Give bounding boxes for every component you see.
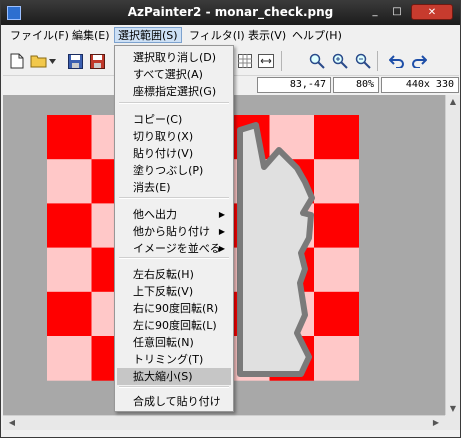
zoom-icon[interactable]	[307, 51, 327, 71]
menu-item-flip-vertical[interactable]: 上下反転(V)	[117, 283, 231, 300]
menu-view[interactable]: 表示(V)	[245, 28, 289, 44]
checker-cell	[314, 291, 359, 337]
menu-item-composite-paste[interactable]: 合成して貼り付け	[117, 393, 231, 410]
menu-item-label: 貼り付け(V)	[133, 147, 194, 160]
undo-icon[interactable]	[387, 51, 407, 71]
menu-item-label: イメージを並べる	[133, 242, 221, 255]
menu-item-erase[interactable]: 消去(E)	[117, 179, 231, 196]
menu-separator	[119, 386, 229, 388]
menu-filter[interactable]: フィルタ(I)	[186, 28, 248, 44]
menu-item-select-all[interactable]: すべて選択(A)	[117, 66, 231, 83]
scroll-left-icon[interactable]: ◀	[5, 418, 19, 427]
menu-item-paste-from[interactable]: 他から貼り付け ▶	[117, 223, 231, 240]
submenu-arrow-icon: ▶	[218, 210, 225, 219]
menu-item-label: 消去(E)	[133, 181, 171, 194]
minimize-button[interactable]: _	[365, 4, 385, 20]
title-bar[interactable]: AzPainter2 - monar_check.png _ □ ✕	[1, 1, 460, 25]
toolbar-separator	[377, 51, 378, 71]
menu-item-label: 合成して貼り付け	[133, 395, 221, 408]
menu-item-rotate-right-90[interactable]: 右に90度回転(R)	[117, 300, 231, 317]
menu-item-flip-horizontal[interactable]: 左右反転(H)	[117, 266, 231, 283]
menu-selection[interactable]: 選択範囲(S)	[114, 27, 182, 43]
checker-cell	[314, 159, 359, 204]
menu-item-coordinate-select[interactable]: 座標指定選択(G)	[117, 83, 231, 100]
menu-separator	[119, 197, 229, 199]
menu-item-rotate-arbitrary[interactable]: 任意回転(N)	[117, 334, 231, 351]
menu-item-label: 他へ出力	[133, 208, 177, 221]
selection-menu-dropdown: 選択取り消し(D) すべて選択(A) 座標指定選択(G) コピー(C) 切り取り(X) 貼…	[114, 45, 234, 412]
menu-item-label: 選択取り消し(D)	[133, 51, 217, 64]
menu-item-label: 拡大縮小(S)	[133, 370, 193, 383]
menu-bar: ファイル(F) 編集(E) 選択範囲(S) フィルタ(I) 表示(V) ヘルプ(…	[3, 26, 459, 46]
menu-item-label: 切り取り(X)	[133, 130, 194, 143]
save-as-icon[interactable]	[87, 51, 107, 71]
zoom-in-icon[interactable]	[330, 51, 350, 71]
checker-cell	[47, 336, 92, 381]
new-file-icon[interactable]	[7, 51, 27, 71]
zoom-out-icon[interactable]	[353, 51, 373, 71]
vertical-scrollbar[interactable]: ▲ ▼	[445, 95, 460, 415]
scroll-up-icon[interactable]: ▲	[446, 97, 460, 106]
menu-item-deselect[interactable]: 選択取り消し(D)	[117, 49, 231, 66]
menu-item-label: トリミング(T)	[133, 353, 204, 366]
menu-item-label: 右に90度回転(R)	[133, 302, 219, 315]
menu-item-label: 左に90度回転(L)	[133, 319, 217, 332]
checker-cell	[47, 291, 92, 337]
cursor-coords: 83,-47	[257, 77, 331, 93]
grid-icon[interactable]	[235, 51, 255, 71]
menu-item-label: 任意回転(N)	[133, 336, 194, 349]
dropdown-arrow-icon[interactable]	[47, 51, 57, 71]
menu-item-copy[interactable]: コピー(C)	[117, 111, 231, 128]
menu-item-label: すべて選択(A)	[133, 68, 203, 81]
app-window: AzPainter2 - monar_check.png _ □ ✕ ファイル(…	[0, 0, 461, 438]
horizontal-scrollbar[interactable]: ◀ ▶	[3, 415, 445, 430]
menu-item-fill[interactable]: 塗りつぶし(P)	[117, 162, 231, 179]
maximize-button[interactable]: □	[387, 4, 407, 20]
checker-cell	[314, 115, 359, 160]
menu-separator	[119, 257, 229, 259]
fit-icon[interactable]	[256, 51, 276, 71]
scroll-right-icon[interactable]: ▶	[429, 418, 443, 427]
menu-file[interactable]: ファイル(F)	[7, 28, 72, 44]
submenu-arrow-icon: ▶	[218, 227, 225, 236]
close-button[interactable]: ✕	[411, 4, 453, 20]
open-folder-icon[interactable]	[29, 51, 49, 71]
scrollbar-corner	[445, 415, 460, 430]
checker-cell	[47, 159, 92, 204]
menu-item-label: 塗りつぶし(P)	[133, 164, 204, 177]
checker-cell	[47, 247, 92, 293]
menu-item-label: 座標指定選択(G)	[133, 85, 217, 98]
checker-cell	[314, 336, 359, 381]
toolbar-separator	[281, 51, 282, 71]
menu-edit[interactable]: 編集(E)	[69, 28, 113, 44]
menu-help[interactable]: ヘルプ(H)	[289, 28, 345, 44]
menu-item-paste[interactable]: 貼り付け(V)	[117, 145, 231, 162]
image-size: 440x 330	[381, 77, 459, 93]
menu-item-label: 他から貼り付け	[133, 225, 210, 238]
menu-item-label: 上下反転(V)	[133, 285, 194, 298]
checker-cell	[47, 203, 92, 249]
menu-item-label: 左右反転(H)	[133, 268, 194, 281]
menu-item-arrange-images[interactable]: イメージを並べる ▶	[117, 240, 231, 257]
menu-item-trimming[interactable]: トリミング(T)	[117, 351, 231, 368]
menu-item-export-to[interactable]: 他へ出力 ▶	[117, 206, 231, 223]
save-icon[interactable]	[65, 51, 85, 71]
redo-icon[interactable]	[409, 51, 429, 71]
checker-cell	[47, 115, 92, 160]
menu-item-scale[interactable]: 拡大縮小(S)	[117, 368, 231, 385]
checker-cell	[314, 203, 359, 249]
scroll-down-icon[interactable]: ▼	[446, 404, 460, 413]
menu-item-label: コピー(C)	[133, 113, 183, 126]
menu-item-cut[interactable]: 切り取り(X)	[117, 128, 231, 145]
submenu-arrow-icon: ▶	[218, 244, 225, 253]
checker-cell	[314, 247, 359, 293]
menu-separator	[119, 102, 229, 104]
zoom-level: 80%	[333, 77, 379, 93]
menu-item-rotate-left-90[interactable]: 左に90度回転(L)	[117, 317, 231, 334]
